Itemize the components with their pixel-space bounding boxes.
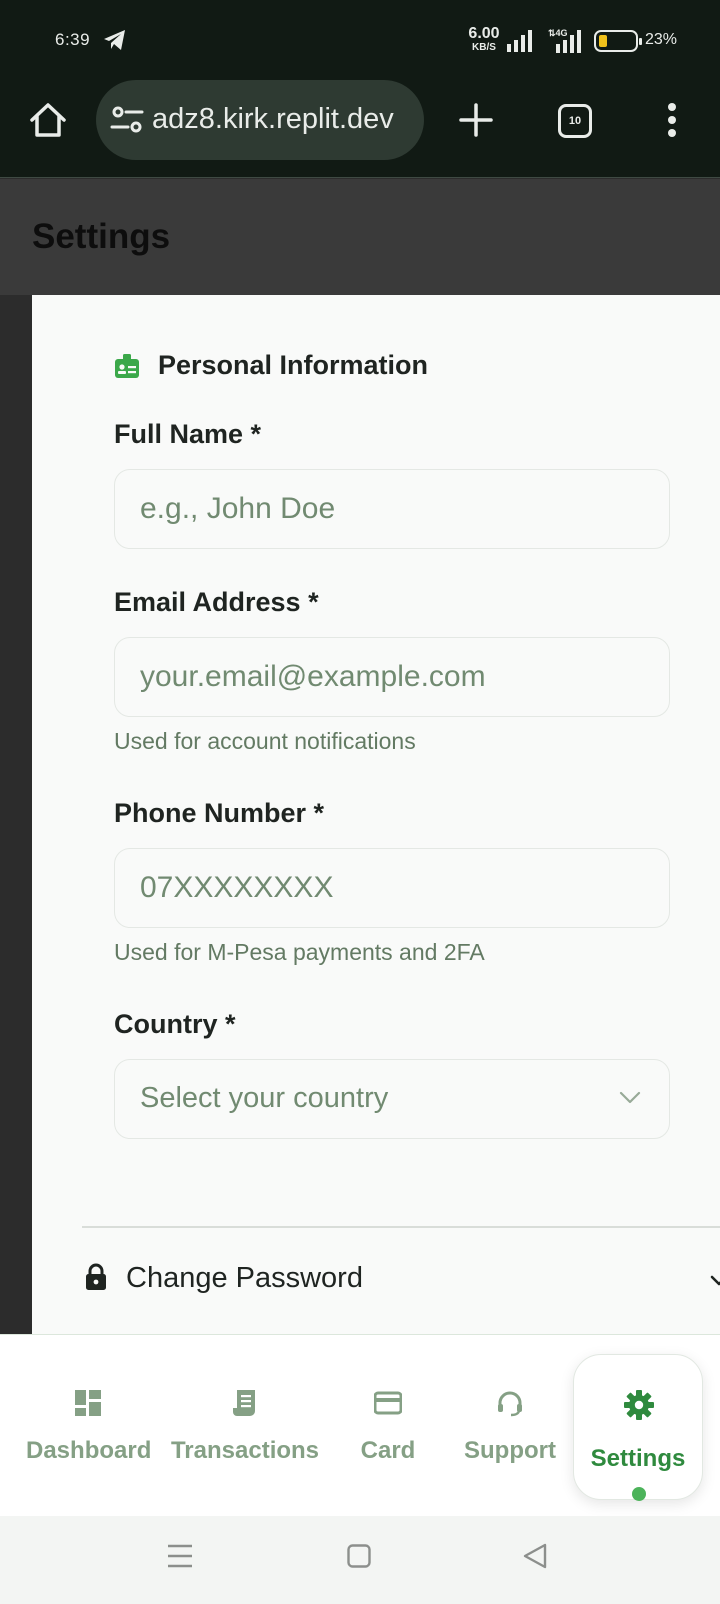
personal-information-card: Personal Information Full Name * Email A… <box>32 295 720 1335</box>
nav-support-label: Support <box>464 1437 556 1464</box>
battery-icon <box>594 30 642 52</box>
phone-hint: Used for M-Pesa payments and 2FA <box>114 939 485 965</box>
tab-switcher-button[interactable]: 10 <box>558 104 592 138</box>
chevron-down-icon <box>619 1091 641 1104</box>
section-title: Personal Information <box>158 350 429 380</box>
page-header: Settings <box>0 179 720 295</box>
change-password-toggle[interactable]: Change Password <box>82 1255 720 1305</box>
country-label: Country * <box>114 1009 236 1039</box>
chevron-down-icon <box>710 1275 720 1286</box>
headset-icon <box>498 1391 522 1417</box>
nav-settings[interactable]: Settings <box>573 1354 703 1501</box>
bottom-navigation: Dashboard Transactions Card Support Sett… <box>0 1334 720 1516</box>
dashboard-icon <box>75 1390 101 1416</box>
nav-support[interactable]: Support <box>458 1335 562 1495</box>
receipt-icon <box>233 1390 255 1416</box>
phone-input[interactable] <box>114 848 670 928</box>
battery-percent: 23% <box>645 31 678 48</box>
nav-card-label: Card <box>360 1437 416 1464</box>
signal-4g-icon: ⇅4G <box>548 28 581 53</box>
section-header: Personal Information <box>114 350 428 381</box>
gear-icon <box>624 1390 654 1420</box>
recent-apps-icon[interactable] <box>167 1544 193 1568</box>
full-name-label: Full Name * <box>114 419 262 449</box>
nav-dashboard[interactable]: Dashboard <box>26 1335 152 1495</box>
status-time: 6:39 <box>55 30 91 49</box>
section-divider <box>82 1226 720 1228</box>
lock-icon <box>86 1263 106 1290</box>
nav-transactions[interactable]: Transactions <box>170 1335 320 1495</box>
email-input[interactable] <box>114 637 670 717</box>
address-bar[interactable]: adz8.kirk.replit.dev <box>96 80 424 160</box>
email-label: Email Address * <box>114 587 319 617</box>
nav-card[interactable]: Card <box>340 1335 436 1495</box>
home-icon[interactable] <box>28 100 68 140</box>
browser-toolbar: adz8.kirk.replit.dev 10 <box>0 80 720 178</box>
full-name-input[interactable] <box>114 469 670 549</box>
page-title: Settings <box>32 217 171 256</box>
new-tab-icon[interactable] <box>456 100 496 140</box>
back-icon[interactable] <box>523 1543 547 1569</box>
email-hint: Used for account notifications <box>114 728 416 754</box>
svg-text:⇅4G: ⇅4G <box>548 28 568 38</box>
country-placeholder: Select your country <box>140 1082 389 1114</box>
id-badge-icon <box>115 353 139 378</box>
url-text[interactable]: adz8.kirk.replit.dev <box>152 103 394 136</box>
status-bar: 6:39 6.00 KB/S ⇅4G 23% <box>0 0 720 80</box>
nav-settings-label: Settings <box>590 1445 686 1472</box>
active-indicator-dot <box>632 1487 646 1501</box>
network-speed: 6.00 KB/S <box>468 25 500 53</box>
more-options-icon[interactable] <box>660 100 684 140</box>
system-navigation-bar <box>0 1516 720 1604</box>
country-select[interactable]: Select your country <box>114 1059 670 1139</box>
site-settings-icon[interactable] <box>110 104 144 136</box>
nav-transactions-label: Transactions <box>170 1437 320 1464</box>
change-password-label: Change Password <box>126 1262 363 1294</box>
credit-card-icon <box>374 1391 402 1415</box>
nav-dashboard-label: Dashboard <box>26 1437 152 1464</box>
home-button-icon[interactable] <box>347 1544 371 1568</box>
phone-label: Phone Number * <box>114 798 325 828</box>
signal-icon <box>507 30 532 52</box>
tab-count: 10 <box>568 115 582 127</box>
battery-level-fill <box>599 35 607 47</box>
telegram-icon <box>104 30 125 50</box>
